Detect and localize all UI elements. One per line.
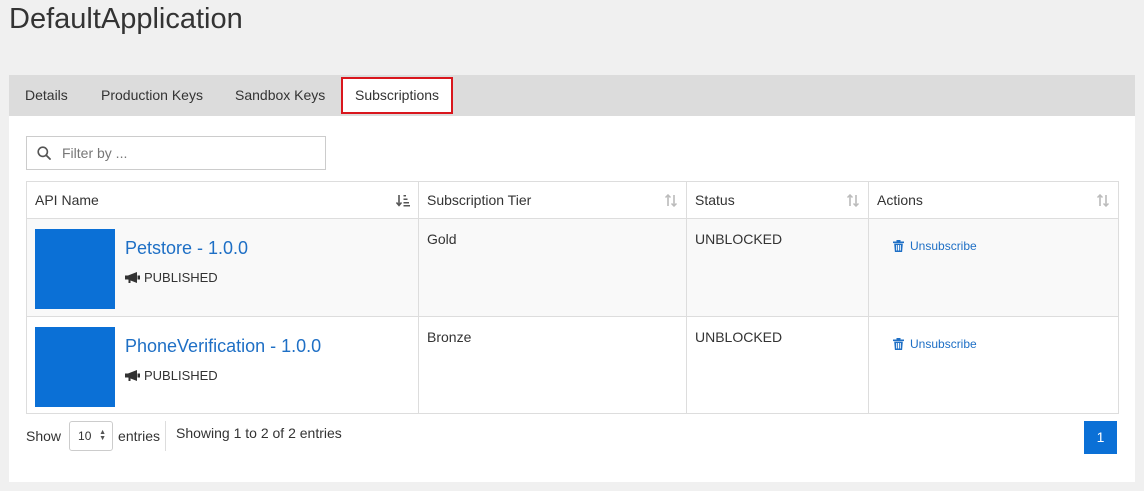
api-thumbnail[interactable] xyxy=(35,327,115,407)
application-panel: Details Production Keys Sandbox Keys Sub… xyxy=(9,75,1135,482)
page-length-value: 10 xyxy=(78,428,92,443)
api-name-link[interactable]: Petstore - 1.0.0 xyxy=(125,238,248,259)
column-header-label: API Name xyxy=(35,192,99,208)
tab-subscriptions[interactable]: Subscriptions xyxy=(341,77,454,114)
column-header-label: Status xyxy=(695,192,735,208)
select-arrows-icon: ▲ ▼ xyxy=(99,428,107,442)
actions-cell: Unsubscribe xyxy=(868,316,1119,414)
sort-both-icon xyxy=(1096,194,1110,207)
unsubscribe-button[interactable]: Unsubscribe xyxy=(893,337,977,351)
search-icon xyxy=(37,146,51,160)
table-row: Petstore - 1.0.0 PUBLISHED Gold UNBLOCKE… xyxy=(26,218,1119,317)
megaphone-icon xyxy=(125,370,140,381)
entries-label: entries xyxy=(118,427,161,444)
column-header-actions[interactable]: Actions xyxy=(868,181,1119,219)
api-name-link[interactable]: PhoneVerification - 1.0.0 xyxy=(125,336,321,357)
api-thumbnail[interactable] xyxy=(35,229,115,309)
api-state-label: PUBLISHED xyxy=(144,270,218,285)
trash-icon xyxy=(893,338,904,350)
megaphone-icon xyxy=(125,272,140,283)
api-state-label: PUBLISHED xyxy=(144,368,218,383)
actions-cell: Unsubscribe xyxy=(868,218,1119,317)
api-lifecycle-status: PUBLISHED xyxy=(125,368,218,383)
filter-box xyxy=(26,136,326,170)
tab-sandbox-keys[interactable]: Sandbox Keys xyxy=(235,75,325,116)
subscriptions-table: API Name Subscription Tier Status Action… xyxy=(26,181,1119,414)
unsubscribe-label: Unsubscribe xyxy=(910,337,977,351)
app-title: DefaultApplication xyxy=(9,3,243,35)
sort-ascending-icon xyxy=(396,195,410,207)
column-header-status[interactable]: Status xyxy=(686,181,869,219)
api-name-cell: Petstore - 1.0.0 PUBLISHED xyxy=(26,218,419,317)
tier-cell: Gold xyxy=(418,218,687,317)
trash-icon xyxy=(893,240,904,252)
column-header-api-name[interactable]: API Name xyxy=(26,181,419,219)
tab-details[interactable]: Details xyxy=(25,75,68,116)
show-label: Show xyxy=(26,427,62,444)
sort-both-icon xyxy=(846,194,860,207)
filter-input[interactable] xyxy=(62,143,317,163)
api-name-cell: PhoneVerification - 1.0.0 PUBLISHED xyxy=(26,316,419,414)
unsubscribe-button[interactable]: Unsubscribe xyxy=(893,239,977,253)
api-lifecycle-status: PUBLISHED xyxy=(125,270,218,285)
column-header-subscription-tier[interactable]: Subscription Tier xyxy=(418,181,687,219)
column-header-label: Actions xyxy=(877,192,923,208)
sort-both-icon xyxy=(664,194,678,207)
page-length-select[interactable]: 10 ▲ ▼ xyxy=(69,420,114,451)
tier-cell: Bronze xyxy=(418,316,687,414)
pagination-page-button[interactable]: 1 xyxy=(1084,421,1117,454)
unsubscribe-label: Unsubscribe xyxy=(910,239,977,253)
page-length-control: Show 10 ▲ ▼ entries xyxy=(26,420,160,451)
tab-bar: Details Production Keys Sandbox Keys Sub… xyxy=(9,75,1135,116)
status-cell: UNBLOCKED xyxy=(686,218,869,317)
tab-production-keys[interactable]: Production Keys xyxy=(101,75,203,116)
table-info: Showing 1 to 2 of 2 entries xyxy=(165,421,342,451)
status-cell: UNBLOCKED xyxy=(686,316,869,414)
column-header-label: Subscription Tier xyxy=(427,192,532,208)
table-row: PhoneVerification - 1.0.0 PUBLISHED Bron… xyxy=(26,316,1119,414)
